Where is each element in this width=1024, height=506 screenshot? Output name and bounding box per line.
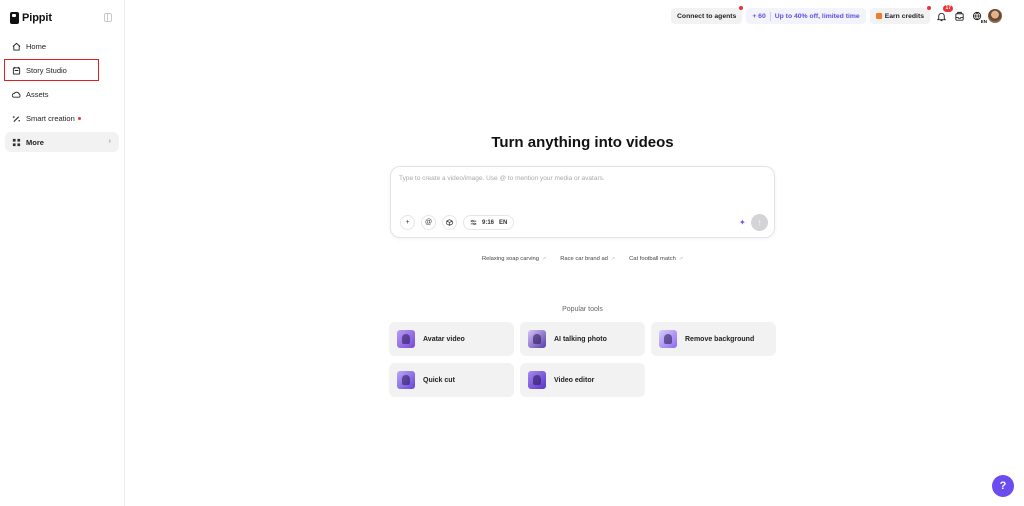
popular-tools-heading: Popular tools xyxy=(562,306,603,313)
prompt-input[interactable] xyxy=(399,175,759,182)
arrow-up-icon: ↑ xyxy=(757,218,762,227)
arrow-icon: ↗ xyxy=(542,256,547,262)
connect-agents-label: Connect to agents xyxy=(677,12,737,20)
sidebar-item-label: More xyxy=(26,137,44,147)
grid-icon xyxy=(11,137,21,147)
sidebar-item-assets[interactable]: Assets xyxy=(5,84,119,104)
sidebar: Pippit Home Story Studio Assets Smart cr… xyxy=(0,0,125,506)
tool-card-quick-cut[interactable]: Quick cut xyxy=(389,363,514,397)
output-language-value: EN xyxy=(499,219,508,226)
mention-button[interactable]: @ xyxy=(421,215,436,230)
language-button[interactable]: EN xyxy=(970,9,987,24)
send-button[interactable]: ↑ xyxy=(751,214,768,231)
top-bar: Connect to agents + 60 Up to 40% off, li… xyxy=(671,5,1002,25)
sidebar-item-more[interactable]: More › xyxy=(5,132,119,152)
suggestion-label: Race car brand ad xyxy=(560,256,608,262)
tool-card-label: Remove background xyxy=(685,335,755,343)
remove-background-thumbnail xyxy=(659,330,677,348)
suggestion-chip[interactable]: Relaxing soap carving ↗ xyxy=(482,256,546,262)
avatar[interactable] xyxy=(988,9,1002,23)
sidebar-collapse-icon[interactable] xyxy=(104,13,112,22)
brand-name: Pippit xyxy=(22,12,52,24)
selection-highlight-box xyxy=(4,59,99,81)
promo-credits: + 60 xyxy=(752,12,766,20)
suggestion-label: Cat football match xyxy=(629,256,676,262)
arrow-icon: ↗ xyxy=(678,256,684,262)
brand-logo[interactable]: Pippit xyxy=(10,10,114,26)
at-icon: @ xyxy=(424,219,433,226)
cloud-icon xyxy=(11,89,21,99)
ai-talking-photo-thumbnail xyxy=(528,330,546,348)
pippit-logo-icon xyxy=(10,12,19,24)
quick-cut-thumbnail xyxy=(397,371,415,389)
sidebar-item-label: Smart creation xyxy=(26,113,75,123)
sidebar-item-smart-creation[interactable]: Smart creation xyxy=(5,108,119,128)
tool-card-label: Video editor xyxy=(554,376,595,384)
aspect-ratio-value: 9:16 xyxy=(482,219,495,226)
magic-wand-icon xyxy=(11,113,21,123)
inbox-button[interactable] xyxy=(952,9,966,23)
tool-card-ai-talking-photo[interactable]: AI talking photo xyxy=(520,322,645,356)
notification-dot xyxy=(927,6,931,10)
plus-icon: + xyxy=(405,219,410,226)
avatar-video-thumbnail xyxy=(397,330,415,348)
suggestion-chip[interactable]: Race car brand ad ↗ xyxy=(560,256,615,262)
model-settings-button[interactable] xyxy=(442,215,457,230)
sidebar-item-home[interactable]: Home xyxy=(5,36,119,56)
bell-icon xyxy=(936,12,946,21)
chevron-right-icon: › xyxy=(108,138,111,145)
app: Pippit Home Story Studio Assets Smart cr… xyxy=(0,0,1024,506)
gift-icon xyxy=(875,13,882,19)
divider xyxy=(769,11,771,21)
sparkle-icon[interactable]: ✦ xyxy=(739,218,746,227)
prompt-suggestions: Relaxing soap carving ↗ Race car brand a… xyxy=(390,256,775,262)
format-settings-button[interactable]: 9:16 EN xyxy=(463,215,515,230)
promo-text: Up to 40% off, limited time xyxy=(774,12,860,20)
sliders-icon xyxy=(470,219,477,226)
tool-card-label: AI talking photo xyxy=(554,335,607,343)
video-editor-thumbnail xyxy=(528,371,546,389)
suggestion-label: Relaxing soap carving xyxy=(481,256,539,262)
question-icon: ? xyxy=(999,480,1007,492)
add-media-button[interactable]: + xyxy=(400,215,415,230)
new-indicator-dot xyxy=(77,116,81,120)
suggestion-chip[interactable]: Cat football match ↗ xyxy=(629,256,683,262)
sidebar-item-label: Assets xyxy=(26,89,49,99)
cube-icon xyxy=(446,219,453,226)
tool-card-video-editor[interactable]: Video editor xyxy=(520,363,645,397)
tool-card-avatar-video[interactable]: Avatar video xyxy=(389,322,514,356)
promo-banner[interactable]: + 60 Up to 40% off, limited time xyxy=(746,8,866,24)
prompt-composer: + @ 9:16 EN ✦ ↑ xyxy=(390,166,775,238)
earn-credits-button[interactable]: Earn credits xyxy=(869,6,931,24)
earn-credits-label: Earn credits xyxy=(884,12,924,20)
notification-dot xyxy=(739,6,744,10)
sidebar-item-label: Home xyxy=(26,41,47,51)
page-title: Turn anything into videos xyxy=(491,134,674,151)
notifications-button[interactable]: 17 xyxy=(934,5,953,23)
language-code: EN xyxy=(980,19,987,24)
inbox-icon xyxy=(954,11,964,21)
connect-agents-button[interactable]: Connect to agents xyxy=(671,6,744,24)
home-icon xyxy=(11,41,21,51)
tool-card-remove-background[interactable]: Remove background xyxy=(651,322,776,356)
help-button[interactable]: ? xyxy=(992,475,1014,497)
arrow-icon: ↗ xyxy=(610,256,616,262)
tool-card-label: Quick cut xyxy=(423,376,455,384)
tool-card-label: Avatar video xyxy=(423,335,465,343)
